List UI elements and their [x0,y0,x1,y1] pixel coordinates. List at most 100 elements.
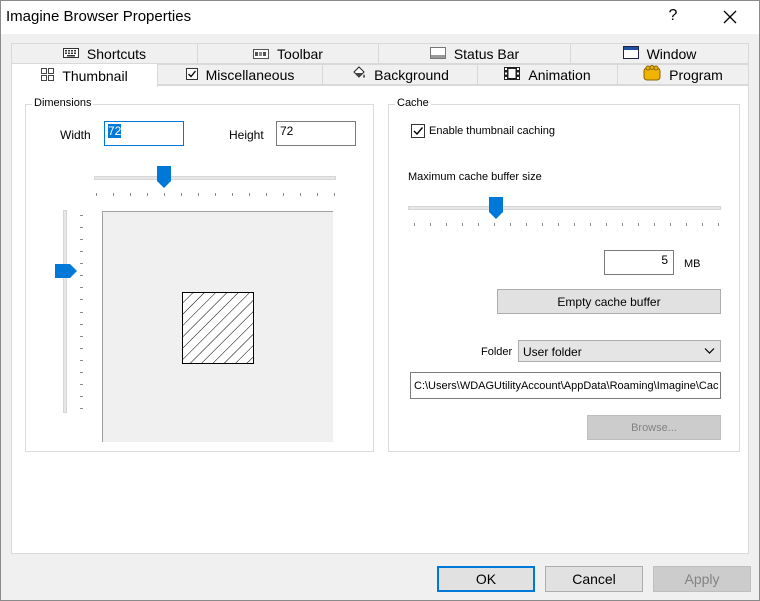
tab-label: Shortcuts [86,45,147,62]
slider-tick [249,193,250,196]
slider-tick [494,223,495,226]
status-bar-icon [429,46,446,62]
slider-tick [590,223,591,226]
tab-label: Status Bar [453,45,520,62]
empty-cache-button[interactable]: Empty cache buffer [497,289,721,314]
thumbnail-tab-panel: Dimensions Width 72 Height 72 Cache Enab… [11,85,749,554]
tab-label: Animation [528,66,591,83]
slider-tick [164,193,165,196]
width-label: Width [60,128,91,142]
chevron-down-icon [704,345,715,359]
slider-tick [80,263,83,265]
height-slider-track[interactable] [63,210,67,413]
slider-tick [96,193,97,196]
folder-dropdown[interactable]: User folder [518,340,721,362]
slider-tick [181,193,182,196]
height-slider-thumb[interactable] [55,263,77,278]
slider-tick [198,193,199,196]
cache-group: Cache Enable thumbnail caching Maximum c… [388,97,740,452]
slider-tick [718,223,719,226]
tab-window[interactable]: Window [570,43,749,64]
height-label: Height [229,128,264,142]
tab-label: Miscellaneous [205,66,295,83]
program-icon [643,65,661,84]
width-slider-track[interactable] [94,176,336,180]
slider-tick [702,223,703,226]
slider-tick [654,223,655,226]
thumbnail-preview-box [182,292,254,364]
browse-button[interactable]: Browse... [587,415,721,440]
window-title: Imagine Browser Properties [6,8,192,25]
ok-button[interactable]: OK [437,566,535,592]
slider-tick [478,223,479,226]
slider-tick [80,383,83,385]
slider-tick [80,287,83,289]
slider-tick [80,275,83,277]
thumbnail-grid-icon [41,67,55,84]
cache-size-slider-thumb[interactable] [488,197,503,219]
slider-tick [80,251,83,253]
slider-tick [317,193,318,196]
height-field[interactable]: 72 [276,121,356,146]
enable-caching-label: Enable thumbnail caching [429,125,555,137]
properties-dialog: Imagine Browser Properties ? Shortcuts T… [0,0,760,601]
tab-label: Thumbnail [62,67,128,84]
tab-toolbar[interactable]: Toolbar [197,43,379,64]
slider-tick [130,193,131,196]
cache-group-label: Cache [395,97,431,109]
cancel-button[interactable]: Cancel [545,566,643,592]
slider-tick [80,227,83,229]
title-bar: Imagine Browser Properties ? [1,1,759,34]
slider-tick [113,193,114,196]
slider-tick [80,347,83,349]
slider-tick [80,359,83,361]
slider-tick [215,193,216,196]
apply-button[interactable]: Apply [653,566,751,592]
slider-tick [80,215,83,216]
slider-tick [526,223,527,226]
tab-program[interactable]: Program [617,64,749,85]
slider-tick [638,223,639,226]
slider-tick [147,193,148,196]
folder-label: Folder [481,346,513,358]
close-icon[interactable] [718,5,742,29]
slider-tick [80,371,83,373]
slider-tick [430,223,431,226]
slider-tick [266,193,267,196]
slider-tick [283,193,284,196]
cache-size-field[interactable]: 5 [604,250,674,275]
tab-miscellaneous[interactable]: Miscellaneous [157,64,323,85]
help-button[interactable]: ? [666,7,680,25]
window-icon [622,45,639,62]
slider-tick [574,223,575,226]
slider-tick [686,223,687,226]
tab-status-bar[interactable]: Status Bar [378,43,571,64]
slider-tick [80,408,83,409]
slider-tick [446,223,447,226]
tab-background[interactable]: Background [322,64,478,85]
tab-label: Program [669,66,723,83]
cache-size-slider-track[interactable] [408,206,721,210]
width-slider-thumb[interactable] [157,166,172,188]
slider-tick [510,223,511,226]
tab-label: Toolbar [277,45,323,62]
toolbar-icon [253,46,270,62]
tab-shortcuts[interactable]: Shortcuts [11,43,198,64]
dimensions-group-label: Dimensions [32,97,94,109]
enable-caching-checkbox[interactable] [411,124,425,138]
cache-folder-path-field[interactable]: C:\Users\WDAGUtilityAccount\AppData\Roam… [410,372,721,399]
slider-tick [80,323,83,325]
cache-size-unit: MB [684,258,701,270]
slider-tick [80,335,83,337]
slider-tick [542,223,543,226]
keyboard-icon [62,46,79,62]
tab-label: Background [374,66,449,83]
slider-tick [334,193,335,196]
slider-tick [80,239,83,241]
tab-thumbnail[interactable]: Thumbnail [11,63,158,87]
slider-tick [414,223,415,226]
width-field[interactable]: 72 [104,121,184,146]
slider-tick [670,223,671,226]
tab-animation[interactable]: Animation [477,64,618,85]
slider-tick [462,223,463,226]
